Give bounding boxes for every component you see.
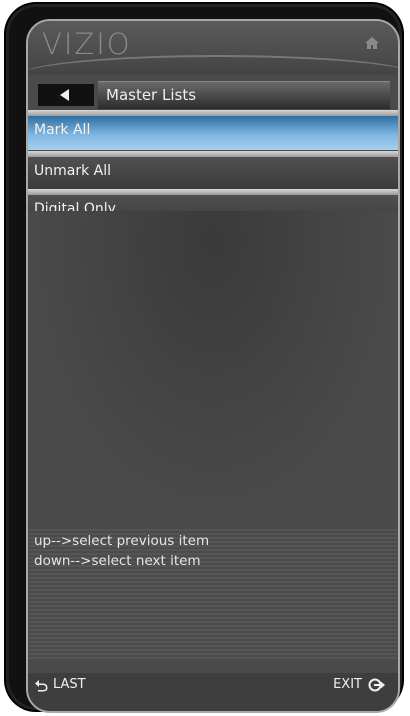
- menu-item-body: Unmark All: [28, 157, 398, 191]
- return-arrow-icon: [35, 679, 48, 691]
- back-arrow-icon: [60, 89, 69, 101]
- footer: LAST EXIT: [28, 673, 398, 711]
- vizio-logo: VIZIO: [42, 27, 132, 61]
- title-bar: Master Lists: [38, 81, 390, 109]
- header: VIZIO: [28, 21, 398, 75]
- menu-panel: VIZIO Master Lists Mark All Unmark All D…: [26, 19, 400, 713]
- help-line: down-->select next item: [34, 553, 201, 569]
- menu-empty-area: [28, 211, 398, 521]
- menu-item-label: Unmark All: [34, 163, 112, 179]
- exit-icon: [368, 678, 385, 691]
- menu-item-unmark-all[interactable]: Unmark All: [28, 151, 398, 191]
- last-button[interactable]: LAST: [34, 677, 86, 692]
- help-line: up-->select previous item: [34, 533, 210, 549]
- home-icon[interactable]: [364, 35, 380, 51]
- help-text-area: up-->select previous item down-->select …: [28, 529, 398, 661]
- last-label: LAST: [53, 677, 86, 692]
- tv-remote-frame: VIZIO Master Lists Mark All Unmark All D…: [6, 4, 402, 713]
- menu-title-pill: Master Lists: [98, 81, 390, 109]
- back-button[interactable]: [38, 84, 94, 106]
- exit-label: EXIT: [333, 677, 362, 692]
- menu-item-body: Mark All: [28, 116, 398, 150]
- menu-title: Master Lists: [106, 86, 197, 104]
- menu-item-mark-all[interactable]: Mark All: [28, 110, 398, 150]
- exit-button[interactable]: EXIT: [333, 677, 386, 692]
- menu-item-label: Mark All: [34, 122, 91, 138]
